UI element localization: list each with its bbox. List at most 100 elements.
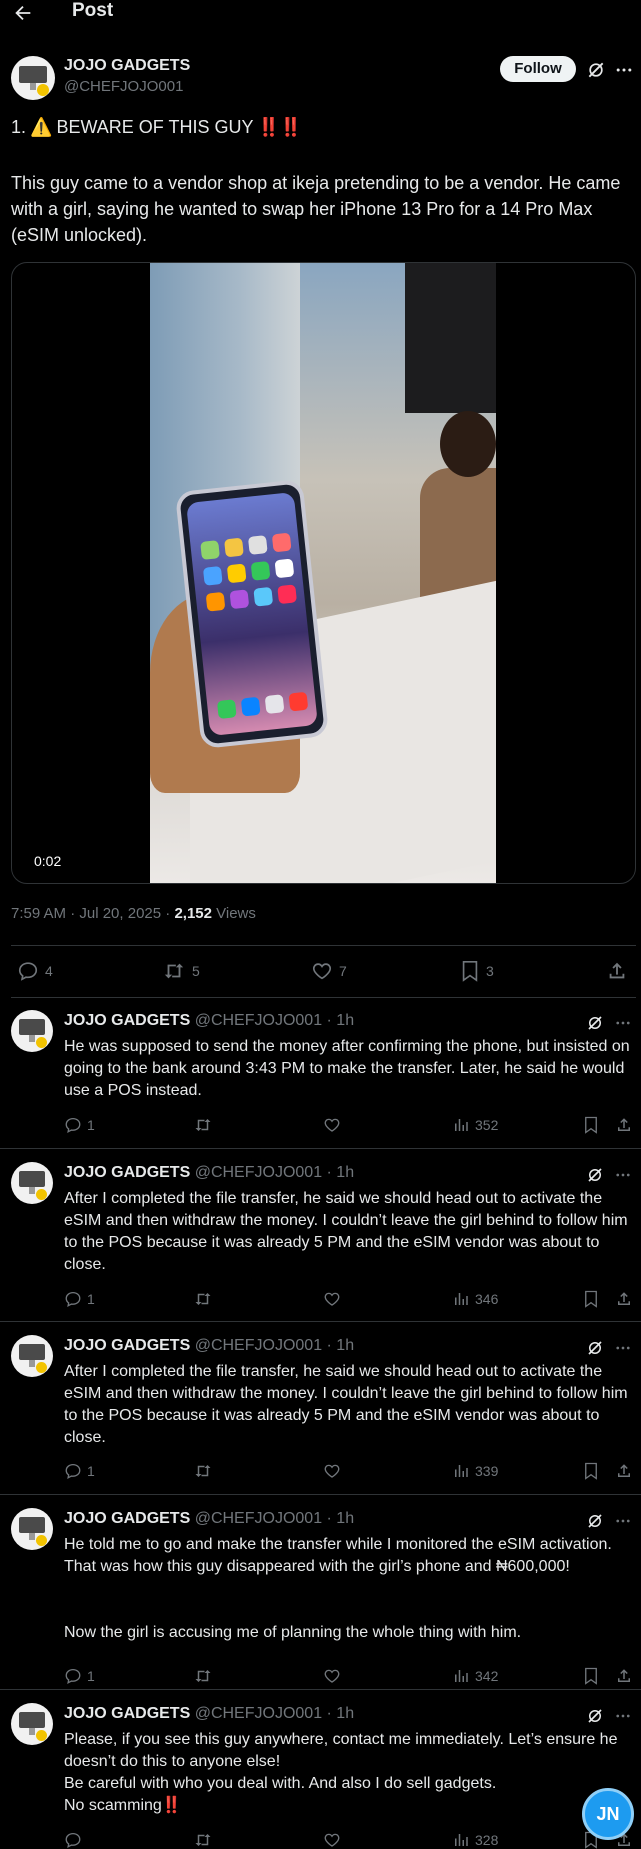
divider [0, 1494, 641, 1495]
repost-icon [162, 960, 186, 982]
views-label: Views [211, 905, 256, 922]
reply-button[interactable]: 1 [64, 1667, 95, 1685]
author-handle[interactable]: @CHEFJOJO001 · 1h [195, 1164, 354, 1181]
like-button[interactable]: 7 [311, 960, 347, 982]
views-icon [452, 1462, 470, 1480]
reply-icon[interactable] [64, 1831, 82, 1849]
grok-icon[interactable] [586, 60, 606, 80]
more-options-icon[interactable] [614, 1707, 632, 1725]
bookmark-icon[interactable] [583, 1667, 599, 1685]
top-bar: Post [0, 0, 641, 26]
post-body: This guy came to a vendor shop at ikeja … [11, 173, 621, 245]
views-count: 2,152 [174, 905, 212, 922]
grok-icon[interactable] [586, 1166, 604, 1184]
video-frame [150, 263, 496, 883]
back-arrow-icon[interactable] [12, 2, 34, 24]
headline-number: 1. [11, 117, 27, 137]
heart-icon[interactable] [323, 1290, 341, 1308]
share-button[interactable] [606, 960, 628, 982]
author-name[interactable]: JOJO GADGETS [64, 1164, 190, 1181]
bookmark-icon[interactable] [583, 1116, 599, 1134]
bookmark-icon [460, 960, 480, 982]
reply-icon [64, 1667, 82, 1685]
views-button[interactable]: 328 [452, 1831, 498, 1849]
avatar[interactable] [11, 1703, 53, 1745]
heart-icon[interactable] [323, 1462, 341, 1480]
post-meta: 7:59 AM · Jul 20, 2025 · 2,152 Views [11, 905, 256, 922]
author-name[interactable]: JOJO GADGETS [64, 1337, 190, 1354]
reply-text-second: Now the girl is accusing me of planning … [64, 1624, 522, 1641]
reply-icon [64, 1462, 82, 1480]
double-exclamation-icon: ‼️‼️ [257, 117, 303, 137]
more-options-icon[interactable] [614, 1512, 632, 1530]
author-handle[interactable]: @CHEFJOJO001 · 1h [195, 1337, 354, 1354]
repost-button[interactable]: 5 [162, 960, 200, 982]
reply-count: 1 [87, 1668, 95, 1684]
grok-icon[interactable] [586, 1512, 604, 1530]
video-player[interactable]: 0:02 [11, 262, 636, 884]
author-handle[interactable]: @CHEFJOJO001 [64, 78, 183, 95]
views-button[interactable]: 339 [452, 1462, 498, 1480]
avatar[interactable] [11, 1508, 53, 1550]
divider [11, 945, 636, 946]
page-title: Post [72, 0, 114, 21]
repost-icon[interactable] [193, 1290, 213, 1308]
share-icon[interactable] [615, 1116, 633, 1134]
heart-icon[interactable] [323, 1116, 341, 1134]
more-options-icon[interactable] [614, 1166, 632, 1184]
more-options-icon[interactable] [614, 60, 634, 80]
author-name[interactable]: JOJO GADGETS [64, 1510, 190, 1527]
reply-button[interactable]: 1 [64, 1116, 95, 1134]
avatar[interactable] [11, 1335, 53, 1377]
bookmark-icon[interactable] [583, 1290, 599, 1308]
heart-icon [311, 960, 333, 982]
avatar[interactable] [11, 56, 55, 100]
heart-icon[interactable] [323, 1667, 341, 1685]
repost-icon[interactable] [193, 1667, 213, 1685]
bookmark-button[interactable]: 3 [460, 960, 494, 982]
follow-button[interactable]: Follow [500, 56, 576, 82]
views-button[interactable]: 352 [452, 1116, 498, 1134]
grok-icon[interactable] [586, 1707, 604, 1725]
views-count: 346 [475, 1291, 499, 1307]
reply-icon [64, 1116, 82, 1134]
bookmark-icon[interactable] [583, 1462, 599, 1480]
headline-text: BEWARE OF THIS GUY [56, 117, 254, 137]
share-icon[interactable] [615, 1290, 633, 1308]
author-name[interactable]: JOJO GADGETS [64, 1012, 190, 1029]
post-timestamp[interactable]: 7:59 AM · Jul 20, 2025 · [11, 905, 174, 922]
share-icon[interactable] [615, 1462, 633, 1480]
author-name[interactable]: JOJO GADGETS [64, 57, 190, 75]
views-button[interactable]: 346 [452, 1290, 498, 1308]
reply-text: He told me to go and make the transfer w… [64, 1536, 612, 1575]
repost-icon[interactable] [193, 1116, 213, 1134]
reply-button[interactable]: 1 [64, 1462, 95, 1480]
heart-icon[interactable] [323, 1831, 341, 1849]
author-name[interactable]: JOJO GADGETS [64, 1705, 190, 1722]
grok-icon[interactable] [586, 1339, 604, 1357]
reply-text: After I completed the file transfer, he … [64, 1363, 628, 1446]
grok-icon[interactable] [586, 1014, 604, 1032]
reply-text-third: No scamming‼️ [64, 1797, 182, 1814]
repost-count: 5 [192, 963, 200, 979]
author-handle[interactable]: @CHEFJOJO001 · 1h [195, 1705, 354, 1722]
video-duration: 0:02 [34, 853, 62, 869]
like-count: 7 [339, 963, 347, 979]
divider [0, 1689, 641, 1690]
repost-icon[interactable] [193, 1831, 213, 1849]
author-handle[interactable]: @CHEFJOJO001 · 1h [195, 1510, 354, 1527]
reply-count: 1 [87, 1291, 95, 1307]
repost-icon[interactable] [193, 1462, 213, 1480]
views-icon [452, 1831, 470, 1849]
more-options-icon[interactable] [614, 1014, 632, 1032]
reply-count: 1 [87, 1117, 95, 1133]
author-handle[interactable]: @CHEFJOJO001 · 1h [195, 1012, 354, 1029]
avatar[interactable] [11, 1162, 53, 1204]
views-count: 339 [475, 1463, 499, 1479]
avatar[interactable] [11, 1010, 53, 1052]
more-options-icon[interactable] [614, 1339, 632, 1357]
reply-button[interactable]: 4 [17, 960, 53, 982]
views-button[interactable]: 342 [452, 1667, 498, 1685]
reply-button[interactable]: 1 [64, 1290, 95, 1308]
share-icon[interactable] [615, 1667, 633, 1685]
